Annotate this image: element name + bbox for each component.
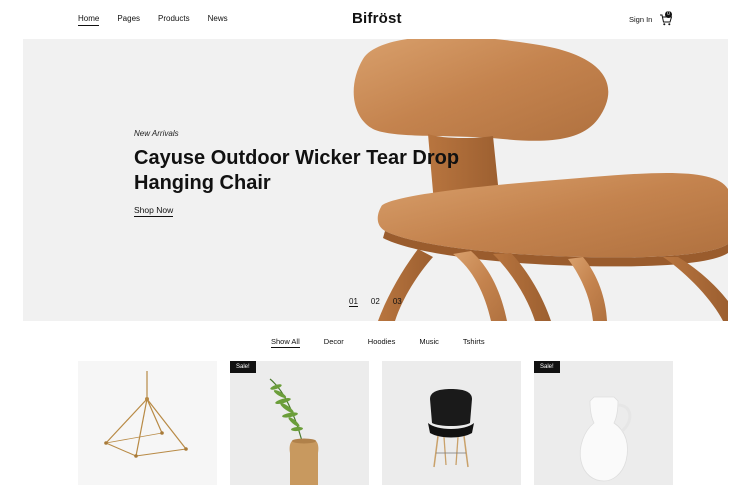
fern-vase-image	[269, 378, 319, 485]
slide-pager: 01 02 03	[349, 297, 415, 307]
white-pitcher-image	[579, 396, 632, 482]
sign-in-link[interactable]: Sign In	[629, 15, 652, 24]
nav-news[interactable]: News	[208, 14, 228, 26]
nav-home[interactable]: Home	[78, 14, 100, 26]
sale-badge: Sale!	[230, 361, 256, 373]
hero-banner: New Arrivals Cayuse Outdoor Wicker Tear …	[23, 39, 728, 321]
nav-products[interactable]: Products	[158, 14, 190, 26]
filter-hoodies[interactable]: Hoodies	[368, 337, 396, 348]
slide-dot-2[interactable]: 02	[371, 297, 380, 307]
filter-music[interactable]: Music	[419, 337, 439, 348]
chandelier-image	[104, 371, 188, 458]
site-header: Home Pages Products News Bifröst Sign In…	[0, 0, 750, 38]
black-chair-image	[428, 389, 474, 468]
filter-decor[interactable]: Decor	[324, 337, 344, 348]
filter-tshirts[interactable]: Tshirts	[463, 337, 485, 348]
slide-dot-3[interactable]: 03	[393, 297, 402, 307]
product-filters: Show All Decor Hoodies Music Tshirts	[271, 337, 509, 348]
product-card-white-pitcher[interactable]: Sale!	[534, 361, 673, 485]
cart-count-badge: 0	[665, 11, 672, 18]
site-logo[interactable]: Bifröst	[352, 10, 402, 27]
main-nav: Home Pages Products News	[78, 14, 246, 26]
product-card-fern-vase[interactable]: Sale!	[230, 361, 369, 485]
nav-pages[interactable]: Pages	[117, 14, 140, 26]
hero-eyebrow: New Arrivals	[134, 129, 179, 138]
slide-dot-1[interactable]: 01	[349, 297, 358, 307]
shop-now-button[interactable]: Shop Now	[134, 205, 174, 217]
sale-badge: Sale!	[534, 361, 560, 373]
product-card-black-chair[interactable]	[382, 361, 521, 485]
hero-title: Cayuse Outdoor Wicker Tear Drop Hanging …	[134, 147, 460, 194]
product-card-chandelier[interactable]	[78, 361, 217, 485]
filter-show-all[interactable]: Show All	[271, 337, 300, 348]
